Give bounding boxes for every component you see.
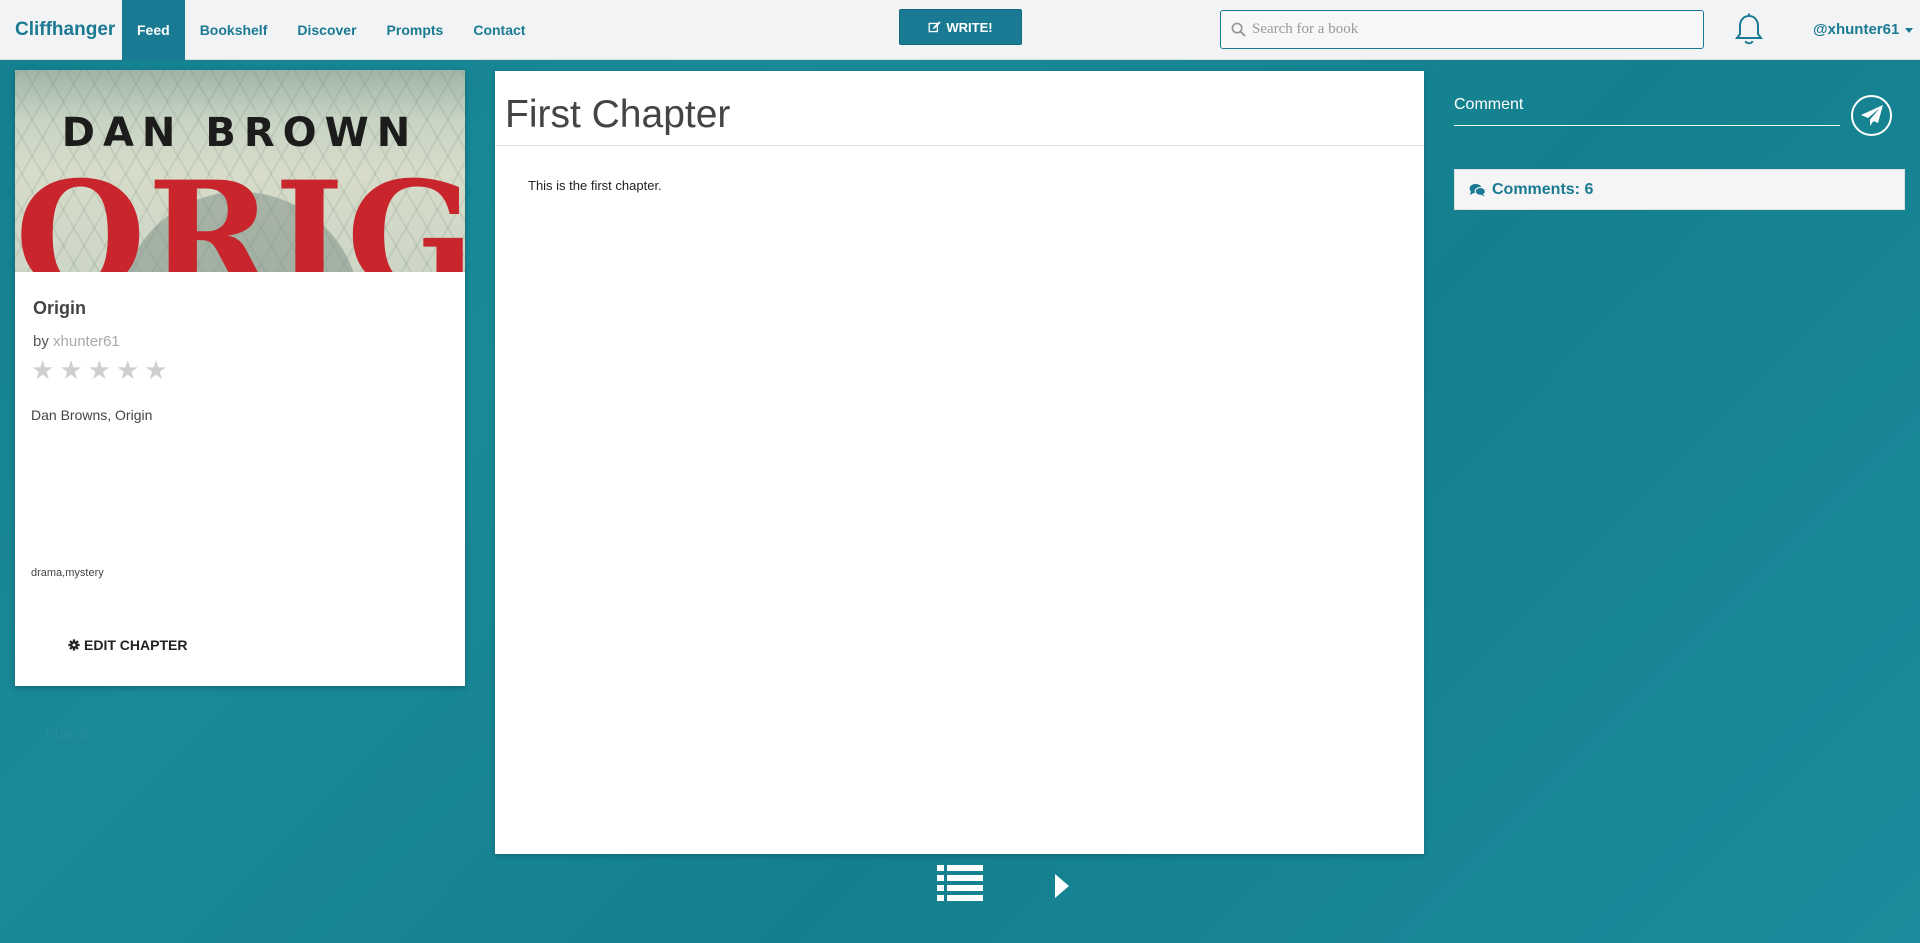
brand-logo[interactable]: Cliffhanger: [15, 19, 115, 41]
paper-plane-icon: [1860, 104, 1883, 126]
byline-prefix: by: [33, 333, 49, 350]
write-button-label: WRITE!: [946, 19, 993, 35]
edit-icon: [928, 20, 941, 32]
nav-item-discover[interactable]: Discover: [282, 0, 371, 60]
comment-input[interactable]: [1454, 96, 1834, 114]
bell-icon[interactable]: [1734, 13, 1764, 47]
star-icon[interactable]: ★: [144, 357, 167, 383]
send-comment-button[interactable]: [1851, 95, 1892, 136]
search-icon: [1231, 22, 1246, 37]
visibility-label: PUBLIC: [46, 727, 93, 742]
edit-chapter-label: EDIT CHAPTER: [84, 637, 188, 653]
comments-count: Comments: 6: [1492, 180, 1594, 198]
comments-toggle[interactable]: Comments: 6: [1454, 169, 1905, 210]
star-icon[interactable]: ★: [59, 357, 82, 383]
nav-item-contact[interactable]: Contact: [458, 0, 540, 60]
chapter-panel: First Chapter This is the first chapter.: [495, 71, 1424, 854]
chevron-down-icon: [1905, 27, 1914, 33]
star-rating[interactable]: ★ ★ ★ ★ ★: [31, 357, 168, 383]
book-cover: DAN BROWN ORIGIN: [15, 70, 465, 272]
star-icon[interactable]: ★: [88, 357, 111, 383]
nav-item-bookshelf[interactable]: Bookshelf: [185, 0, 283, 60]
star-icon[interactable]: ★: [31, 357, 54, 383]
search-box: [1220, 10, 1704, 49]
list-icon[interactable]: [937, 865, 983, 901]
top-navbar: Cliffhanger Feed Bookshelf Discover Prom…: [0, 0, 1920, 60]
book-byline: by xhunter61: [33, 333, 120, 350]
book-card: DAN BROWN ORIGIN Origin by xhunter61 ★ ★…: [15, 70, 465, 686]
author-link[interactable]: xhunter61: [53, 333, 120, 350]
nav-item-prompts[interactable]: Prompts: [372, 0, 459, 60]
cover-title-text: ORIGIN: [15, 149, 465, 272]
username-label: @xhunter61: [1813, 21, 1900, 38]
star-icon[interactable]: ★: [116, 357, 139, 383]
write-button[interactable]: WRITE!: [899, 9, 1022, 45]
play-icon[interactable]: [1053, 873, 1071, 899]
search-input[interactable]: [1252, 21, 1692, 38]
edit-chapter-button[interactable]: EDIT CHAPTER: [68, 637, 187, 653]
nav-menu: Feed Bookshelf Discover Prompts Contact: [122, 0, 540, 60]
chapter-title: First Chapter: [505, 93, 731, 136]
comment-field: [1454, 96, 1840, 126]
comments-icon: [1469, 183, 1486, 197]
book-title: Origin: [33, 298, 86, 318]
chapter-divider: [495, 145, 1424, 146]
nav-item-feed[interactable]: Feed: [122, 0, 185, 60]
book-description: Dan Browns, Origin: [31, 407, 153, 423]
gear-icon: [68, 639, 80, 651]
user-menu[interactable]: @xhunter61: [1813, 21, 1914, 38]
book-tags: drama,mystery: [31, 567, 104, 579]
chapter-body: This is the first chapter.: [528, 178, 662, 193]
